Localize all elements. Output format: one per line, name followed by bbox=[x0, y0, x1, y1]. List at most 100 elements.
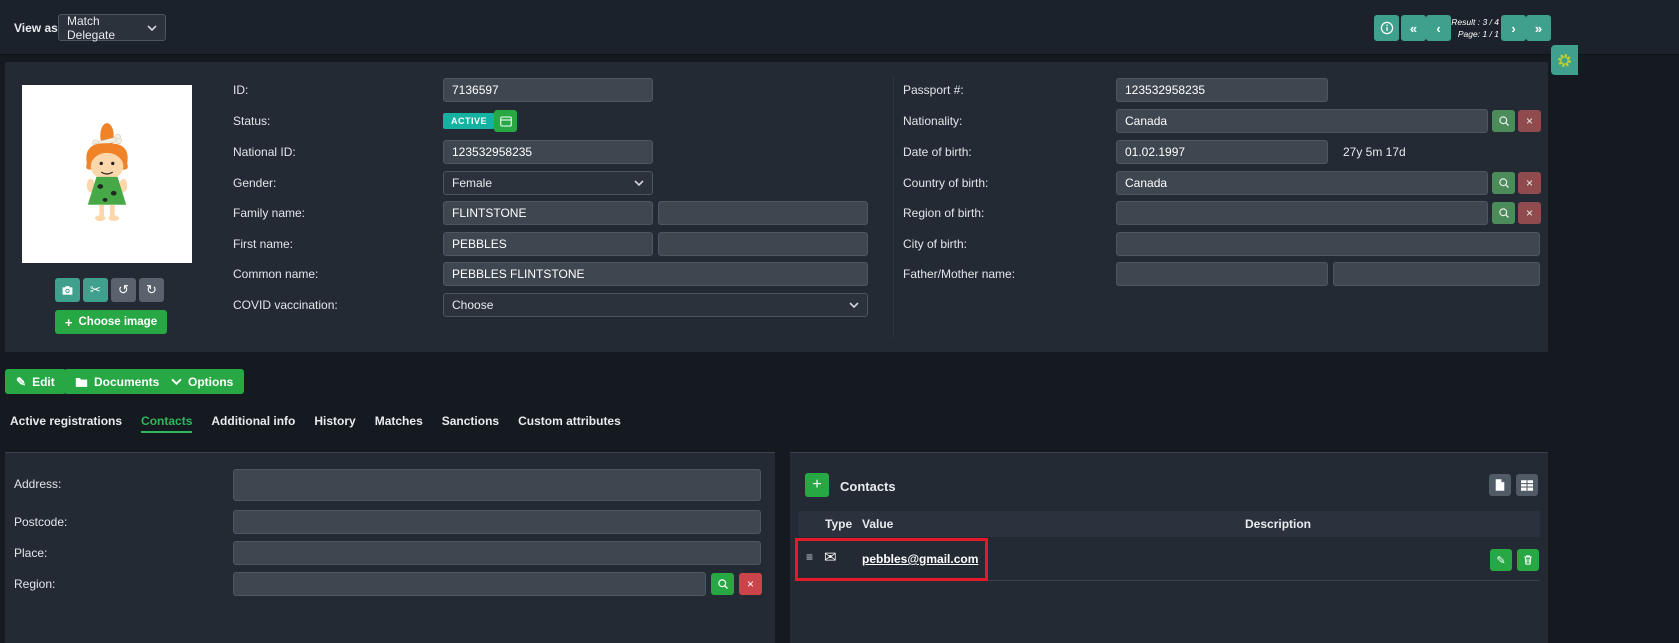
covid-vaccination-select[interactable]: Choose bbox=[443, 293, 868, 317]
email-type-icon: ✉ bbox=[824, 548, 837, 566]
plus-icon: + bbox=[812, 476, 821, 494]
field-row-covid: COVID vaccination: Choose bbox=[5, 293, 1548, 317]
father-name-input[interactable] bbox=[1116, 262, 1328, 286]
add-contact-button[interactable]: + bbox=[805, 473, 829, 497]
result-count: Result : 3 / 4 bbox=[1451, 17, 1499, 29]
tab-sanctions[interactable]: Sanctions bbox=[442, 414, 499, 433]
age-text: 27y 5m 17d bbox=[1343, 145, 1406, 159]
field-row-nationality: Nationality: × bbox=[5, 109, 1548, 133]
table-icon bbox=[1521, 480, 1533, 491]
covid-vaccination-value: Choose bbox=[452, 298, 493, 312]
drag-handle-icon[interactable]: ≡ bbox=[806, 550, 813, 564]
field-row-date-of-birth: Date of birth: 27y 5m 17d bbox=[5, 140, 1548, 164]
region-of-birth-input[interactable] bbox=[1116, 201, 1488, 225]
address-input[interactable] bbox=[233, 469, 761, 501]
chevron-down-icon bbox=[171, 378, 182, 385]
contacts-panel: + Contacts Type Value Description ≡ ✉ pe… bbox=[790, 452, 1548, 643]
folder-icon bbox=[75, 376, 88, 388]
field-row-address: Address: bbox=[5, 469, 775, 493]
gear-icon bbox=[1556, 52, 1573, 69]
last-result-button[interactable]: » bbox=[1526, 15, 1551, 41]
choose-image-label: Choose image bbox=[78, 316, 157, 328]
options-button[interactable]: Options bbox=[160, 369, 244, 394]
mother-name-input[interactable] bbox=[1333, 262, 1540, 286]
settings-gear-button[interactable] bbox=[1551, 45, 1578, 75]
country-of-birth-search-button[interactable] bbox=[1492, 172, 1515, 194]
region-input[interactable] bbox=[233, 572, 706, 596]
tab-active-registrations[interactable]: Active registrations bbox=[10, 414, 122, 433]
next-icon: › bbox=[1511, 21, 1515, 36]
edit-label: Edit bbox=[32, 375, 55, 389]
documents-button[interactable]: Documents bbox=[64, 369, 170, 394]
tab-contacts[interactable]: Contacts bbox=[141, 414, 192, 433]
nationality-clear-button[interactable]: × bbox=[1518, 110, 1541, 132]
nationality-search-button[interactable] bbox=[1492, 110, 1515, 132]
nationality-input[interactable] bbox=[1116, 109, 1488, 133]
country-of-birth-label: Country of birth: bbox=[903, 176, 988, 190]
region-of-birth-label: Region of birth: bbox=[903, 206, 984, 220]
region-search-button[interactable] bbox=[711, 573, 734, 595]
postcode-label: Postcode: bbox=[14, 515, 67, 529]
region-of-birth-search-button[interactable] bbox=[1492, 202, 1515, 224]
column-header-description: Description bbox=[1245, 517, 1311, 531]
view-as-value: Match Delegate bbox=[67, 14, 147, 42]
country-of-birth-clear-button[interactable]: × bbox=[1518, 172, 1541, 194]
table-view-button[interactable] bbox=[1516, 474, 1538, 496]
city-of-birth-input[interactable] bbox=[1116, 232, 1540, 256]
clear-icon: × bbox=[1526, 206, 1533, 220]
address-label: Address: bbox=[14, 477, 61, 491]
file-icon bbox=[1495, 479, 1505, 491]
result-counter: Result : 3 / 4 Page: 1 / 1 bbox=[1451, 17, 1499, 41]
search-icon bbox=[717, 578, 729, 590]
date-of-birth-input[interactable] bbox=[1116, 140, 1328, 164]
passport-input[interactable] bbox=[1116, 78, 1328, 102]
place-label: Place: bbox=[14, 546, 47, 560]
documents-label: Documents bbox=[94, 375, 159, 389]
field-row-place: Place: bbox=[5, 541, 775, 565]
field-row-country-of-birth: Country of birth: × bbox=[5, 171, 1548, 195]
prev-icon: ‹ bbox=[1436, 21, 1440, 36]
search-icon bbox=[1498, 115, 1510, 127]
edit-contact-button[interactable]: ✎ bbox=[1490, 549, 1512, 571]
delete-contact-button[interactable] bbox=[1517, 549, 1539, 571]
place-input[interactable] bbox=[233, 541, 761, 565]
previous-result-button[interactable]: ‹ bbox=[1426, 15, 1451, 41]
country-of-birth-input[interactable] bbox=[1116, 171, 1488, 195]
clear-icon: × bbox=[1526, 176, 1533, 190]
contact-email-link[interactable]: pebbles@gmail.com bbox=[862, 552, 978, 566]
chevron-down-icon bbox=[849, 302, 859, 308]
postcode-input[interactable] bbox=[233, 510, 761, 534]
info-button[interactable] bbox=[1374, 15, 1399, 41]
contact-row: ≡ ✉ pebbles@gmail.com ✎ bbox=[798, 537, 1540, 581]
field-row-region-of-birth: Region of birth: × bbox=[5, 201, 1548, 225]
region-clear-button[interactable]: × bbox=[739, 573, 762, 595]
clear-icon: × bbox=[747, 577, 754, 591]
field-row-postcode: Postcode: bbox=[5, 510, 775, 534]
city-of-birth-label: City of birth: bbox=[903, 237, 967, 251]
view-as-label: View as: bbox=[14, 21, 62, 35]
tab-bar: Active registrations Contacts Additional… bbox=[10, 408, 621, 438]
tab-matches[interactable]: Matches bbox=[375, 414, 423, 433]
passport-label: Passport #: bbox=[903, 83, 964, 97]
first-result-button[interactable]: « bbox=[1401, 15, 1426, 41]
contacts-table-header bbox=[798, 511, 1540, 537]
column-header-value: Value bbox=[862, 517, 893, 531]
export-file-button[interactable] bbox=[1489, 474, 1511, 496]
last-icon: » bbox=[1535, 21, 1542, 36]
field-row-city-of-birth: City of birth: bbox=[5, 232, 1548, 256]
edit-button[interactable]: ✎ Edit bbox=[5, 369, 66, 394]
next-result-button[interactable]: › bbox=[1501, 15, 1526, 41]
nationality-label: Nationality: bbox=[903, 114, 962, 128]
tab-history[interactable]: History bbox=[314, 414, 355, 433]
clear-icon: × bbox=[1526, 114, 1533, 128]
field-row-parents-name: Father/Mother name: bbox=[5, 262, 1548, 286]
region-of-birth-clear-button[interactable]: × bbox=[1518, 202, 1541, 224]
date-of-birth-label: Date of birth: bbox=[903, 145, 972, 159]
page-count: Page: 1 / 1 bbox=[1451, 29, 1499, 41]
topbar: View as: Match Delegate « ‹ Result : 3 /… bbox=[0, 0, 1679, 55]
view-as-select[interactable]: Match Delegate bbox=[58, 14, 166, 41]
covid-vaccination-label: COVID vaccination: bbox=[233, 298, 338, 312]
tab-additional-info[interactable]: Additional info bbox=[211, 414, 295, 433]
tab-custom-attributes[interactable]: Custom attributes bbox=[518, 414, 621, 433]
profile-panel: ✂ ↺ ↻ + Choose image ID: Status: ACTIVE … bbox=[5, 62, 1548, 352]
